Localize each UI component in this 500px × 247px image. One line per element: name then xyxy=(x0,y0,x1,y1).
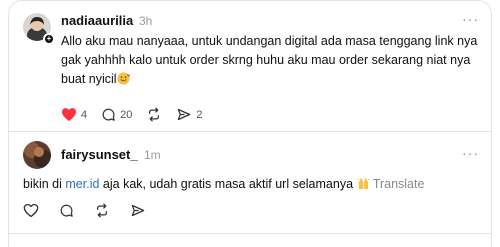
post-actions xyxy=(23,203,160,218)
post-text-before-link: bikin di xyxy=(23,177,66,191)
comment-icon xyxy=(102,108,115,121)
follow-plus-icon[interactable]: + xyxy=(43,33,55,45)
repost-icon xyxy=(97,203,107,218)
timestamp: 3h xyxy=(139,14,153,28)
timestamp: 1m xyxy=(144,148,161,162)
like-button[interactable]: 4 xyxy=(61,107,87,122)
smiling-face-with-hearts-icon xyxy=(117,72,130,91)
reply-count: 20 xyxy=(120,108,133,121)
heart-filled-icon xyxy=(62,108,76,122)
thread-card: + nadiaaurilia 3h ··· Allo aku mau nanya… xyxy=(8,0,492,247)
reply-button[interactable]: 20 xyxy=(101,107,132,122)
divider xyxy=(9,233,491,234)
share-count: 2 xyxy=(196,108,203,121)
like-button[interactable] xyxy=(23,203,39,218)
heart-outline-icon xyxy=(23,203,39,218)
repost-button[interactable] xyxy=(146,107,162,122)
post-text: Allo aku mau nanyaaa, untuk undangan dig… xyxy=(61,32,481,91)
raising-hands-icon xyxy=(357,177,370,196)
reply-post: + nadiaaurilia 3h ··· Allo aku mau nanya… xyxy=(9,1,491,131)
username[interactable]: nadiaaurilia xyxy=(61,13,133,28)
send-icon xyxy=(178,108,191,121)
avatar[interactable] xyxy=(23,141,51,169)
reply-post: fairysunset_ 1m ··· bikin di mer.id aja … xyxy=(9,131,491,231)
share-button[interactable] xyxy=(130,203,146,218)
post-actions: 4 20 2 xyxy=(61,107,217,122)
comment-icon xyxy=(60,204,73,217)
mention-link[interactable]: mer.id xyxy=(65,177,99,191)
repost-button[interactable] xyxy=(94,203,110,218)
username[interactable]: fairysunset_ xyxy=(61,147,138,162)
more-options-icon[interactable]: ··· xyxy=(462,11,479,27)
translate-link[interactable]: Translate xyxy=(373,177,425,191)
post-text-after-link: aja kak, udah gratis masa aktif url sela… xyxy=(99,177,354,191)
more-options-icon[interactable]: ··· xyxy=(462,145,479,161)
share-button[interactable]: 2 xyxy=(176,107,203,122)
post-text: bikin di mer.id aja kak, udah gratis mas… xyxy=(23,175,483,196)
send-icon xyxy=(131,204,145,217)
like-count: 4 xyxy=(81,108,88,121)
reply-button[interactable] xyxy=(59,203,74,218)
repost-icon xyxy=(149,107,160,122)
